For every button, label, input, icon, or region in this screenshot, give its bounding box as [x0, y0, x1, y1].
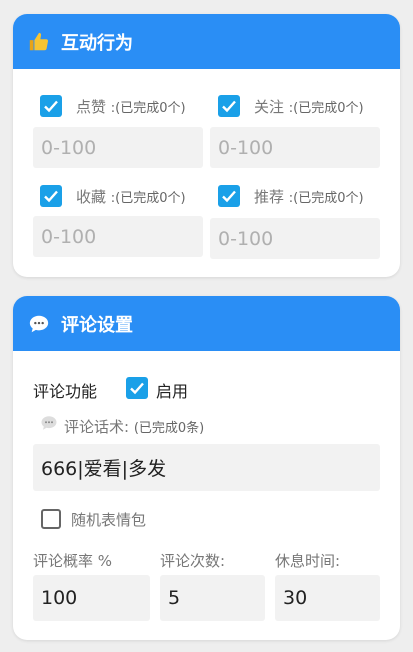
follow-range-input[interactable]: 0-100	[210, 127, 380, 168]
rest-time-input[interactable]: 30	[275, 575, 380, 621]
like-checkbox[interactable]	[40, 95, 62, 117]
comment-enable-checkbox[interactable]	[126, 377, 148, 399]
comment-count-input[interactable]: 5	[160, 575, 265, 621]
speech-bubble-icon	[40, 414, 58, 436]
like-range-input[interactable]: 0-100	[33, 127, 203, 168]
comment-enable-label: 启用	[156, 382, 189, 401]
comment-function-label: 评论功能	[33, 382, 98, 401]
comment-card-title: 评论设置	[61, 314, 133, 336]
comment-card-header: 评论设置	[13, 296, 400, 351]
random-emoji-checkbox[interactable]	[41, 509, 61, 529]
rest-time-label: 休息时间:	[275, 552, 341, 570]
comment-card: 评论设置 评论功能 启用 评论话术: (已完成0条) 666|爱看|多发 随机表…	[13, 296, 400, 640]
comment-probability-input[interactable]: 100	[33, 575, 150, 621]
speech-bubble-icon	[27, 312, 51, 336]
thumbs-up-icon	[27, 30, 51, 54]
recommend-label: 推荐 :(已完成0个)	[254, 188, 364, 206]
collect-checkbox[interactable]	[40, 185, 62, 207]
comment-probability-label: 评论概率 %	[33, 552, 113, 570]
random-emoji-label: 随机表情包	[71, 511, 147, 529]
recommend-range-input[interactable]: 0-100	[210, 218, 380, 259]
comment-script-label: 评论话术: (已完成0条)	[64, 418, 205, 436]
recommend-checkbox[interactable]	[218, 185, 240, 207]
follow-label: 关注 :(已完成0个)	[254, 98, 364, 116]
interaction-card: 互动行为 点赞 :(已完成0个) 0-100 关注 :(已完成0个) 0-100…	[13, 14, 400, 277]
collect-label: 收藏 :(已完成0个)	[76, 188, 186, 206]
interaction-card-header: 互动行为	[13, 14, 400, 69]
follow-checkbox[interactable]	[218, 95, 240, 117]
comment-script-input[interactable]: 666|爱看|多发	[33, 444, 380, 491]
interaction-card-title: 互动行为	[61, 32, 133, 54]
like-label: 点赞 :(已完成0个)	[76, 98, 186, 116]
comment-count-label: 评论次数:	[160, 552, 226, 570]
collect-range-input[interactable]: 0-100	[33, 216, 203, 257]
